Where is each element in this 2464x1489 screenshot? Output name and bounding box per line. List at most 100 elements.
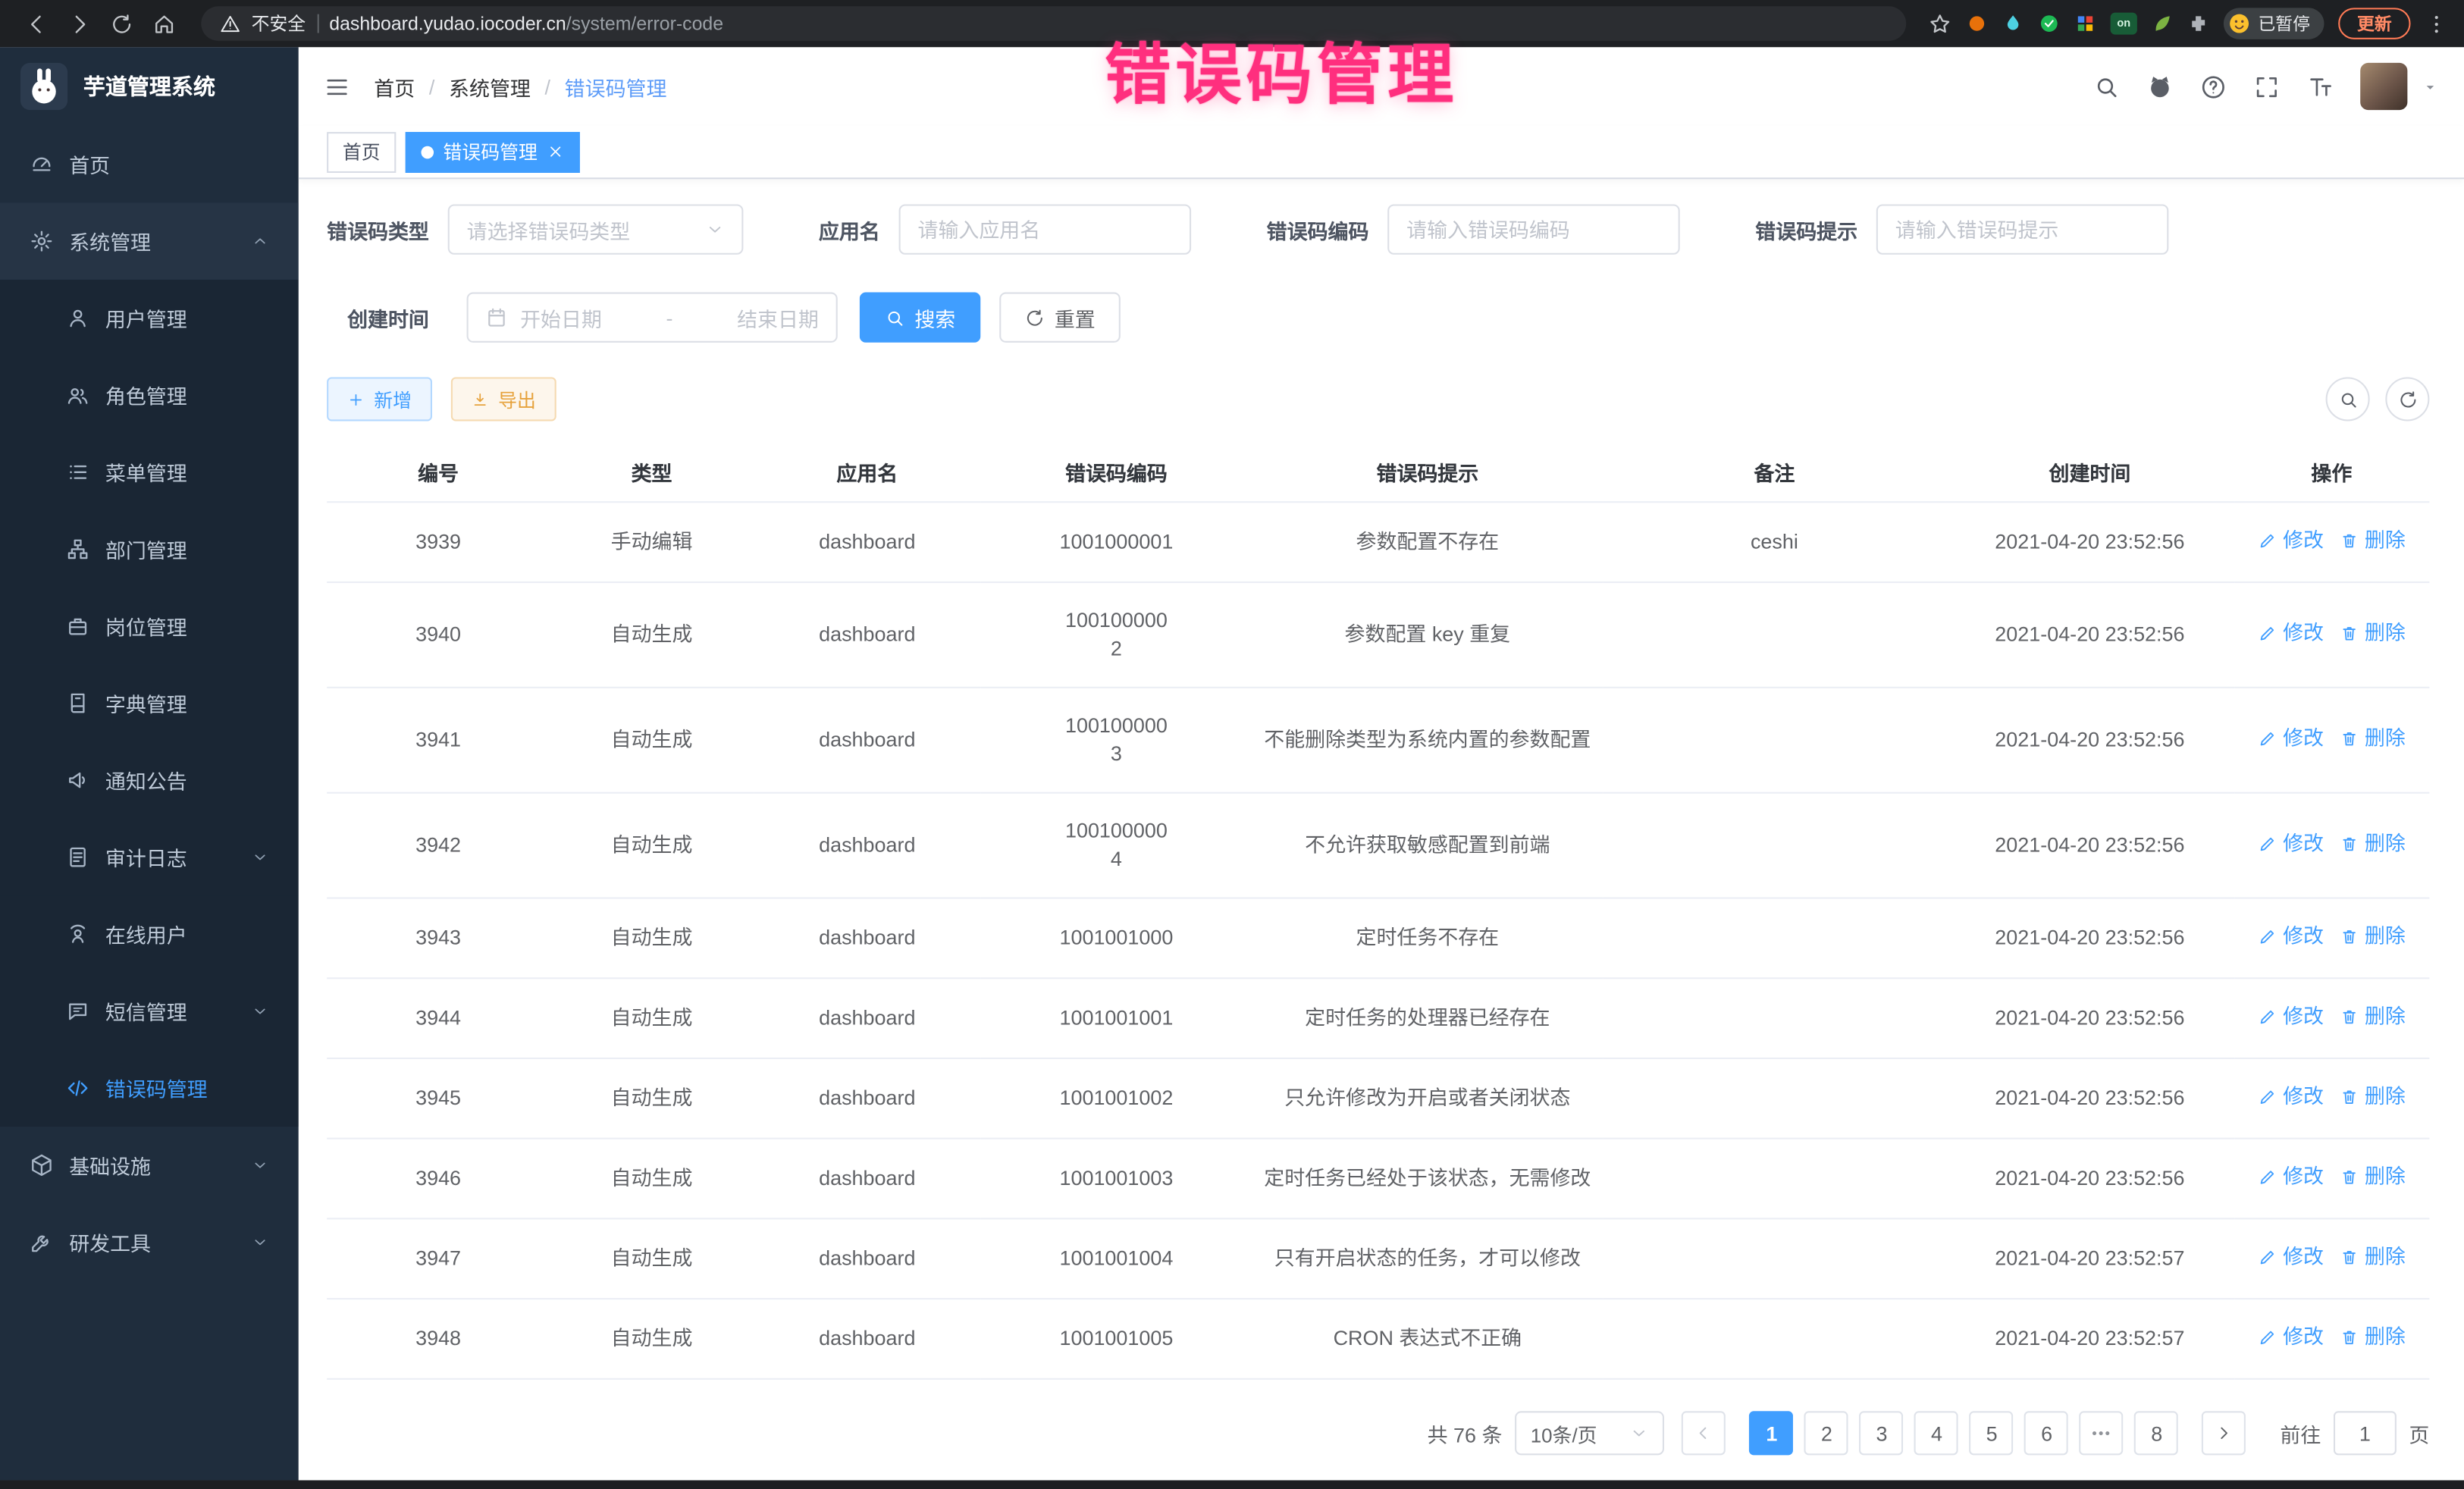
page-button-2[interactable]: 2 bbox=[1804, 1411, 1848, 1455]
delete-label: 删除 bbox=[2365, 619, 2406, 647]
font-size-icon[interactable] bbox=[2307, 73, 2334, 99]
edit-link[interactable]: 修改 bbox=[2258, 1243, 2324, 1271]
close-tab-icon[interactable] bbox=[547, 143, 564, 161]
edit-link[interactable]: 修改 bbox=[2258, 1163, 2324, 1191]
table-row: 3943自动生成dashboard1001001000定时任务不存在2021-0… bbox=[327, 898, 2429, 979]
back-icon[interactable] bbox=[25, 12, 49, 36]
delete-link[interactable]: 删除 bbox=[2340, 829, 2406, 857]
delete-link[interactable]: 删除 bbox=[2340, 1083, 2406, 1111]
sidebar-item-system-management[interactable]: 系统管理 bbox=[0, 202, 299, 280]
extension-drop-icon[interactable] bbox=[2002, 13, 2024, 35]
edit-link[interactable]: 修改 bbox=[2258, 526, 2324, 554]
cell-hint: 定时任务不存在 bbox=[1252, 898, 1603, 979]
search-button[interactable]: 搜索 bbox=[860, 293, 981, 343]
extensions-puzzle-icon[interactable] bbox=[2187, 13, 2209, 35]
edit-link[interactable]: 修改 bbox=[2258, 829, 2324, 857]
page-button-3[interactable]: 3 bbox=[1860, 1411, 1904, 1455]
browser-menu-icon[interactable] bbox=[2425, 12, 2448, 36]
help-icon[interactable] bbox=[2200, 73, 2227, 99]
error-type-select[interactable]: 请选择错误码类型 bbox=[448, 204, 744, 254]
extension-leaf-icon[interactable] bbox=[2152, 13, 2174, 35]
extension-on-badge[interactable]: on bbox=[2111, 13, 2137, 35]
update-button[interactable]: 更新 bbox=[2338, 8, 2410, 39]
cell-code: 100100000 3 bbox=[981, 688, 1252, 793]
delete-link[interactable]: 删除 bbox=[2340, 619, 2406, 647]
page-button-8[interactable]: 8 bbox=[2135, 1411, 2179, 1455]
app-title: 芋道管理系统 bbox=[83, 71, 215, 102]
sidebar-item-notice-announcement[interactable]: 通知公告 bbox=[0, 741, 299, 819]
sidebar-item-home[interactable]: 首页 bbox=[0, 126, 299, 203]
address-bar[interactable]: 不安全 dashboard.yudao.iocoder.cn/system/er… bbox=[201, 6, 1906, 41]
delete-link[interactable]: 删除 bbox=[2340, 1243, 2406, 1271]
sidebar-item-error-code-management[interactable]: 错误码管理 bbox=[0, 1050, 299, 1127]
toggle-search-button[interactable] bbox=[2326, 377, 2370, 421]
sidebar-item-role-management[interactable]: 角色管理 bbox=[0, 357, 299, 434]
next-page-button[interactable] bbox=[2202, 1411, 2246, 1455]
error-code-input[interactable] bbox=[1387, 204, 1680, 254]
col-hint: 错误码提示 bbox=[1252, 444, 1603, 503]
fullscreen-icon[interactable] bbox=[2253, 73, 2280, 99]
user-avatar[interactable] bbox=[2360, 63, 2407, 110]
sidebar-item-dept-management[interactable]: 部门管理 bbox=[0, 511, 299, 588]
page-content: 错误码类型 请选择错误码类型 应用名 错误码编码 bbox=[299, 179, 2464, 1480]
extension-grid-icon[interactable] bbox=[2074, 13, 2096, 35]
sidebar-item-audit-log[interactable]: 审计日志 bbox=[0, 819, 299, 896]
page-more-button[interactable]: ••• bbox=[2080, 1411, 2124, 1455]
forward-icon[interactable] bbox=[67, 12, 91, 36]
edit-link[interactable]: 修改 bbox=[2258, 1002, 2324, 1030]
app-name-input[interactable] bbox=[899, 204, 1192, 254]
add-button[interactable]: 新增 bbox=[327, 377, 432, 421]
delete-link[interactable]: 删除 bbox=[2340, 923, 2406, 951]
page-button-5[interactable]: 5 bbox=[1970, 1411, 2014, 1455]
date-range-picker[interactable]: 开始日期 - 结束日期 bbox=[467, 293, 838, 343]
sidebar-item-online-users[interactable]: 在线用户 bbox=[0, 895, 299, 973]
edit-link[interactable]: 修改 bbox=[2258, 1323, 2324, 1351]
refresh-table-button[interactable] bbox=[2385, 377, 2429, 421]
reload-icon[interactable] bbox=[110, 12, 133, 36]
tab-home[interactable]: 首页 bbox=[327, 131, 396, 172]
edit-link[interactable]: 修改 bbox=[2258, 725, 2324, 753]
sidebar-item-post-management[interactable]: 岗位管理 bbox=[0, 588, 299, 665]
prev-page-button[interactable] bbox=[1682, 1411, 1726, 1455]
delete-link[interactable]: 删除 bbox=[2340, 1323, 2406, 1351]
extension-check-icon[interactable] bbox=[2038, 13, 2060, 35]
breadcrumb-item[interactable]: 系统管理 bbox=[449, 71, 531, 101]
export-button[interactable]: 导出 bbox=[451, 377, 556, 421]
cell-type: 手动编辑 bbox=[550, 502, 754, 582]
breadcrumb-item[interactable]: 首页 bbox=[374, 71, 415, 101]
avatar-caret-icon[interactable] bbox=[2422, 78, 2439, 96]
page-button-4[interactable]: 4 bbox=[1915, 1411, 1959, 1455]
sidebar-item-dev-tools[interactable]: 研发工具 bbox=[0, 1204, 299, 1281]
edit-link[interactable]: 修改 bbox=[2258, 923, 2324, 951]
page-button-6[interactable]: 6 bbox=[2025, 1411, 2069, 1455]
goto-page-input[interactable] bbox=[2334, 1411, 2397, 1455]
home-icon[interactable] bbox=[152, 12, 176, 36]
delete-link[interactable]: 删除 bbox=[2340, 725, 2406, 753]
page-unit-label: 页 bbox=[2409, 1418, 2429, 1448]
header-search-icon[interactable] bbox=[2093, 73, 2120, 99]
bookmark-star-icon[interactable] bbox=[1928, 12, 1951, 36]
edit-link[interactable]: 修改 bbox=[2258, 619, 2324, 647]
delete-link[interactable]: 删除 bbox=[2340, 526, 2406, 554]
reset-button[interactable]: 重置 bbox=[999, 293, 1121, 343]
github-icon[interactable] bbox=[2146, 73, 2173, 99]
error-hint-input[interactable] bbox=[1876, 204, 2169, 254]
sidebar-item-infrastructure[interactable]: 基础设施 bbox=[0, 1127, 299, 1204]
page-size-select[interactable]: 10条/页 bbox=[1515, 1411, 1664, 1455]
edit-label: 修改 bbox=[2283, 1243, 2324, 1271]
sidebar-item-menu-management[interactable]: 菜单管理 bbox=[0, 434, 299, 511]
delete-link[interactable]: 删除 bbox=[2340, 1163, 2406, 1191]
profile-paused-badge[interactable]: 已暂停 bbox=[2224, 8, 2324, 39]
app-logo[interactable]: 芋道管理系统 bbox=[0, 47, 299, 126]
delete-link[interactable]: 删除 bbox=[2340, 1002, 2406, 1030]
extension-icon[interactable] bbox=[1966, 13, 1988, 35]
tab-error-code[interactable]: 错误码管理 bbox=[406, 131, 580, 172]
sidebar-collapse-icon[interactable] bbox=[324, 73, 350, 99]
sidebar-item-sms-management[interactable]: 短信管理 bbox=[0, 973, 299, 1050]
sidebar-item-user-management[interactable]: 用户管理 bbox=[0, 280, 299, 357]
cell-code: 1001001005 bbox=[981, 1299, 1252, 1379]
url-text: dashboard.yudao.iocoder.cn/system/error-… bbox=[329, 13, 723, 35]
edit-link[interactable]: 修改 bbox=[2258, 1083, 2324, 1111]
sidebar-item-dict-management[interactable]: 字典管理 bbox=[0, 665, 299, 742]
page-button-1[interactable]: 1 bbox=[1750, 1411, 1794, 1455]
